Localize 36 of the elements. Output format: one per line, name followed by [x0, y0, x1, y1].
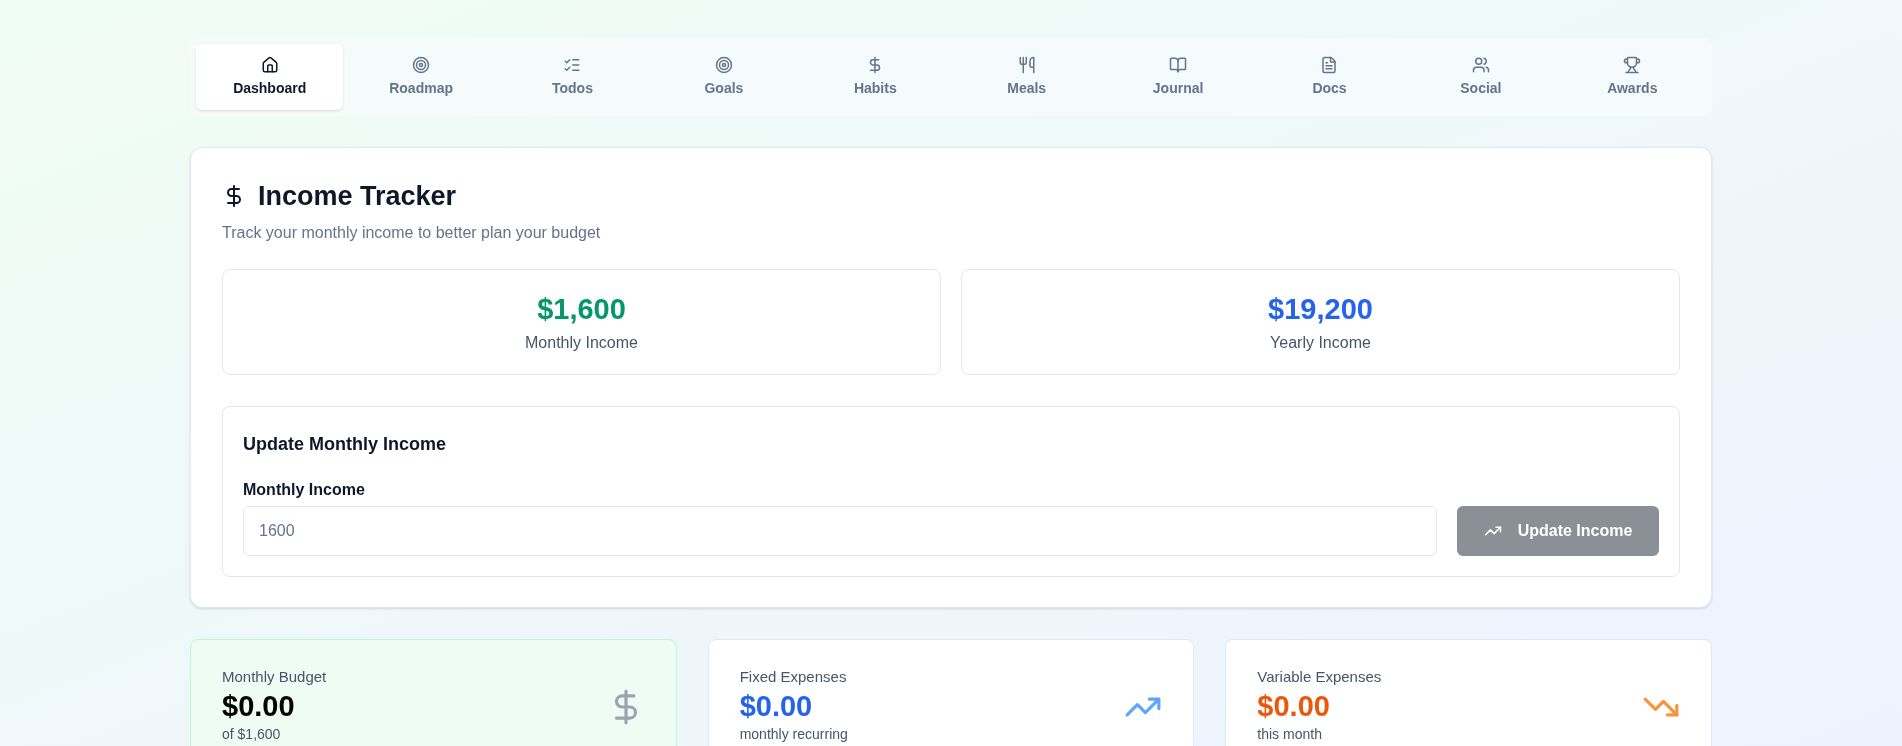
fork-knife-icon	[1017, 55, 1036, 74]
nav-tab[interactable]: Todos	[498, 44, 647, 110]
nav-tab[interactable]: Social	[1407, 44, 1555, 110]
nav-tab[interactable]: Habits	[801, 44, 949, 110]
nav-tab[interactable]: Goals	[650, 44, 798, 110]
field-label: Monthly Income	[243, 479, 366, 500]
stat-label: Yearly Income	[1270, 333, 1371, 354]
summary-note: this month	[1257, 725, 1323, 744]
home-icon	[260, 55, 279, 74]
card-subtitle: Track your monthly income to better plan your budget	[222, 222, 602, 243]
stat-value: $19,200	[1268, 291, 1373, 327]
income-input-field[interactable]: 1600	[243, 505, 1437, 556]
book-icon	[1169, 55, 1188, 74]
nav-tab[interactable]: Roadmap	[347, 44, 495, 110]
stat-value: $1,600	[537, 291, 626, 327]
summary-title: Monthly Budget	[222, 666, 327, 687]
nav-tab[interactable]: Awards	[1558, 44, 1706, 110]
summary-value: $0.00	[222, 689, 296, 724]
users-icon	[1471, 55, 1490, 74]
panel-title: Update Monthly Income	[243, 432, 447, 456]
nav-tab[interactable]: Meals	[953, 44, 1101, 110]
document-icon	[1320, 55, 1339, 74]
target-icon	[714, 55, 733, 74]
summary-title: Fixed Expenses	[739, 666, 848, 687]
stat-label: Monthly Income	[525, 333, 638, 354]
card-title: Income Tracker	[258, 180, 457, 213]
summary-note: monthly recurring	[739, 725, 848, 744]
summary-note: of $1,600	[222, 725, 282, 744]
summary-value: $0.00	[739, 689, 814, 724]
summary-title: Variable Expenses	[1257, 666, 1382, 687]
nav-tab[interactable]: Docs	[1255, 44, 1404, 110]
nav-tab[interactable]: Journal	[1104, 44, 1252, 110]
summary-value: $0.00	[1257, 689, 1331, 724]
trophy-icon	[1623, 55, 1642, 74]
target-icon	[412, 55, 431, 74]
nav-tab[interactable]: Dashboard	[196, 44, 344, 110]
